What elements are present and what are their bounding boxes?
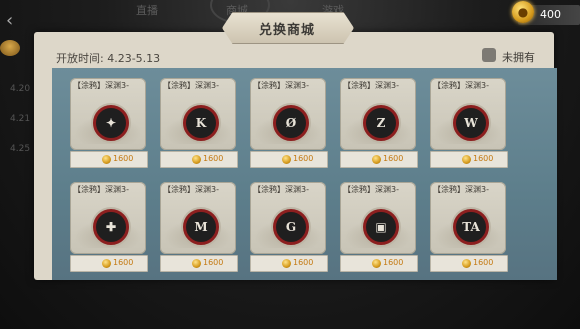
background-date: 4.21	[10, 114, 31, 124]
graffiti-emblem-icon: G	[273, 209, 309, 245]
graffiti-emblem-icon: K	[183, 105, 219, 141]
item-price: 1600	[473, 154, 494, 163]
item-price: 1600	[113, 258, 134, 267]
coin-icon	[192, 155, 201, 164]
graffiti-emblem-icon: TA	[453, 209, 489, 245]
price-button[interactable]: 1600	[160, 151, 238, 168]
emblem-glyph: M	[194, 220, 208, 234]
background-date: 4.20	[10, 84, 31, 94]
store-item-card[interactable]: 【涂鸦】深渊3- TA 1600	[430, 182, 508, 272]
item-price: 1600	[113, 154, 134, 163]
coin-icon	[282, 259, 291, 268]
price-button[interactable]: 1600	[430, 255, 508, 272]
coin-icon	[462, 155, 471, 164]
store-item-card[interactable]: 【涂鸦】深渊3- W 1600	[430, 78, 508, 168]
graffiti-emblem-icon: ✚	[93, 209, 129, 245]
currency-value: 400	[540, 8, 561, 21]
currency-display: ● 400	[512, 1, 580, 25]
item-price: 1600	[293, 258, 314, 267]
emblem-glyph: Z	[376, 116, 386, 130]
store-item-card[interactable]: 【涂鸦】深渊3- Z 1600	[340, 78, 418, 168]
price-button[interactable]: 1600	[250, 255, 328, 272]
emblem-glyph: Ø	[285, 116, 297, 130]
item-name: 【涂鸦】深渊3-	[163, 81, 219, 90]
store-item-card[interactable]: 【涂鸦】深渊3- ✚ 1600	[70, 182, 148, 272]
store-item-card[interactable]: 【涂鸦】深渊3- M 1600	[160, 182, 238, 272]
graffiti-emblem-icon: ▣	[363, 209, 399, 245]
coin-icon	[372, 155, 381, 164]
emblem-glyph: W	[464, 116, 478, 130]
back-button[interactable]: ‹	[6, 10, 28, 32]
item-name: 【涂鸦】深渊3-	[73, 185, 129, 194]
emblem-glyph: ▣	[375, 220, 387, 234]
store-item-card[interactable]: 【涂鸦】深渊3- G 1600	[250, 182, 328, 272]
panel-title: 兑换商城	[258, 23, 315, 38]
price-button[interactable]: 1600	[70, 151, 148, 168]
item-price: 1600	[203, 154, 224, 163]
emblem-glyph: K	[195, 116, 207, 130]
item-price: 1600	[383, 154, 404, 163]
item-name: 【涂鸦】深渊3-	[163, 185, 219, 194]
store-item-card[interactable]: 【涂鸦】深渊3- K 1600	[160, 78, 238, 168]
back-arrow-icon: ‹	[6, 10, 14, 31]
item-price: 1600	[383, 258, 404, 267]
item-price: 1600	[203, 258, 224, 267]
emblem-glyph: ✦	[105, 116, 117, 130]
unowned-filter-checkbox[interactable]	[482, 48, 496, 62]
unowned-filter-label[interactable]: 未拥有	[502, 49, 535, 65]
price-button[interactable]: 1600	[430, 151, 508, 168]
graffiti-emblem-icon: Ø	[273, 105, 309, 141]
item-price: 1600	[293, 154, 314, 163]
background-tab-live: 直播	[136, 4, 158, 17]
coin-icon	[462, 259, 471, 268]
item-name: 【涂鸦】深渊3-	[343, 185, 399, 194]
price-button[interactable]: 1600	[70, 255, 148, 272]
background-date: 4.25	[10, 144, 31, 154]
graffiti-emblem-icon: W	[453, 105, 489, 141]
coin-icon	[102, 155, 111, 164]
price-button[interactable]: 1600	[340, 151, 418, 168]
item-name: 【涂鸦】深渊3-	[253, 81, 309, 90]
item-name: 【涂鸦】深渊3-	[433, 81, 489, 90]
item-name: 【涂鸦】深渊3-	[253, 185, 309, 194]
item-name: 【涂鸦】深渊3-	[73, 81, 129, 90]
open-time-label: 开放时间: 4.23-5.13	[56, 52, 161, 65]
price-button[interactable]: 1600	[340, 255, 418, 272]
price-button[interactable]: 1600	[160, 255, 238, 272]
price-button[interactable]: 1600	[250, 151, 328, 168]
emblem-glyph: G	[285, 220, 297, 234]
emblem-glyph: ✚	[105, 220, 117, 234]
side-bubble-icon	[0, 40, 20, 56]
emblem-glyph: TA	[462, 220, 480, 234]
item-name: 【涂鸦】深渊3-	[343, 81, 399, 90]
gold-apple-icon: ●	[512, 1, 534, 23]
coin-icon	[102, 259, 111, 268]
coin-icon	[372, 259, 381, 268]
coin-icon	[282, 155, 291, 164]
store-item-card[interactable]: 【涂鸦】深渊3- ✦ 1600	[70, 78, 148, 168]
store-item-card[interactable]: 【涂鸦】深渊3- Ø 1600	[250, 78, 328, 168]
coin-icon	[192, 259, 201, 268]
item-price: 1600	[473, 258, 494, 267]
graffiti-emblem-icon: Z	[363, 105, 399, 141]
graffiti-emblem-icon: M	[183, 209, 219, 245]
graffiti-emblem-icon: ✦	[93, 105, 129, 141]
store-item-card[interactable]: 【涂鸦】深渊3- ▣ 1600	[340, 182, 418, 272]
item-name: 【涂鸦】深渊3-	[433, 185, 489, 194]
